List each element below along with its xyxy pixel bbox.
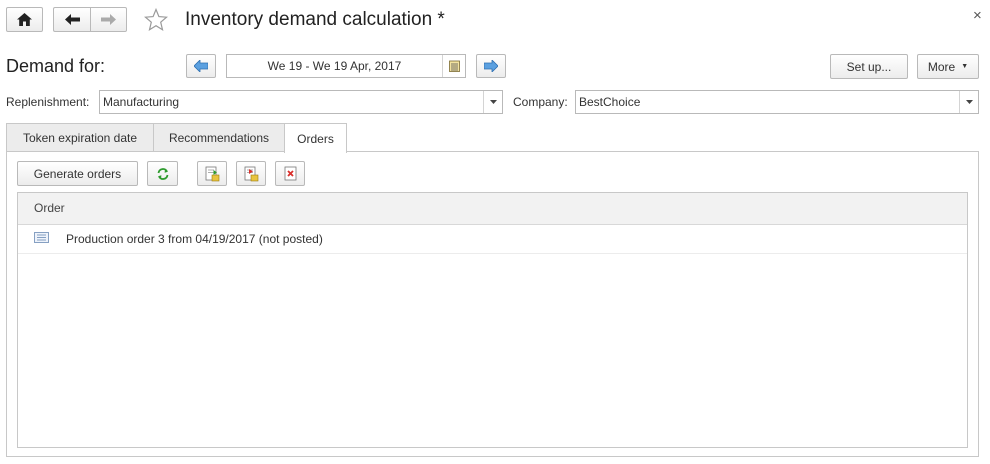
period-field[interactable]: We 19 - We 19 Apr, 2017 (226, 54, 466, 78)
document-icon (34, 232, 49, 246)
column-header-order[interactable]: Order (34, 201, 65, 215)
delete-document-icon (284, 166, 296, 181)
chevron-down-icon (489, 100, 497, 104)
orders-table: Order Production order 3 from 04/19/2017… (17, 192, 968, 448)
export-document-button[interactable] (197, 161, 227, 186)
replenishment-dropdown-button[interactable] (483, 91, 502, 113)
document-import-icon (244, 166, 258, 181)
back-button[interactable] (53, 7, 90, 32)
order-cell: Production order 3 from 04/19/2017 (not … (66, 232, 323, 246)
company-dropdown-button[interactable] (959, 91, 978, 113)
forward-button[interactable] (90, 7, 127, 32)
next-period-button[interactable] (476, 54, 506, 78)
calendar-button[interactable] (442, 55, 465, 77)
replenishment-field[interactable]: Manufacturing (99, 90, 503, 114)
tab-orders[interactable]: Orders (284, 123, 347, 153)
chevron-down-icon: ▼ (961, 63, 969, 70)
table-row[interactable]: Production order 3 from 04/19/2017 (not … (18, 224, 967, 254)
company-field[interactable]: BestChoice (575, 90, 979, 114)
replenishment-label: Replenishment: (6, 95, 90, 109)
generate-orders-button[interactable]: Generate orders (17, 161, 138, 186)
blue-arrow-right-icon (484, 60, 498, 72)
home-button[interactable] (6, 7, 43, 32)
chevron-down-icon (965, 100, 973, 104)
more-label: More (927, 59, 956, 74)
close-icon[interactable]: × (973, 7, 982, 24)
company-value: BestChoice (579, 95, 641, 109)
calendar-icon (448, 60, 460, 72)
refresh-button[interactable] (147, 161, 178, 186)
home-icon (17, 13, 32, 26)
import-document-button[interactable] (236, 161, 266, 186)
more-button[interactable]: More ▼ (917, 54, 979, 79)
tab-recommendations[interactable]: Recommendations (153, 123, 285, 152)
previous-period-button[interactable] (186, 54, 216, 78)
tab-token-expiration-date[interactable]: Token expiration date (6, 123, 154, 152)
demand-for-label: Demand for: (6, 56, 106, 76)
window-title: Inventory demand calculation * (185, 9, 445, 30)
replenishment-value: Manufacturing (103, 95, 180, 109)
document-export-icon (205, 166, 219, 181)
refresh-icon (157, 167, 168, 180)
setup-button[interactable]: Set up... (830, 54, 908, 79)
arrow-left-icon (64, 14, 80, 25)
arrow-right-icon (101, 14, 116, 25)
delete-button[interactable] (275, 161, 305, 186)
period-value: We 19 - We 19 Apr, 2017 (267, 59, 402, 73)
favorite-star-icon[interactable] (144, 7, 168, 32)
company-label: Company: (513, 95, 568, 109)
blue-arrow-left-icon (194, 60, 208, 72)
table-header: Order (18, 193, 967, 225)
